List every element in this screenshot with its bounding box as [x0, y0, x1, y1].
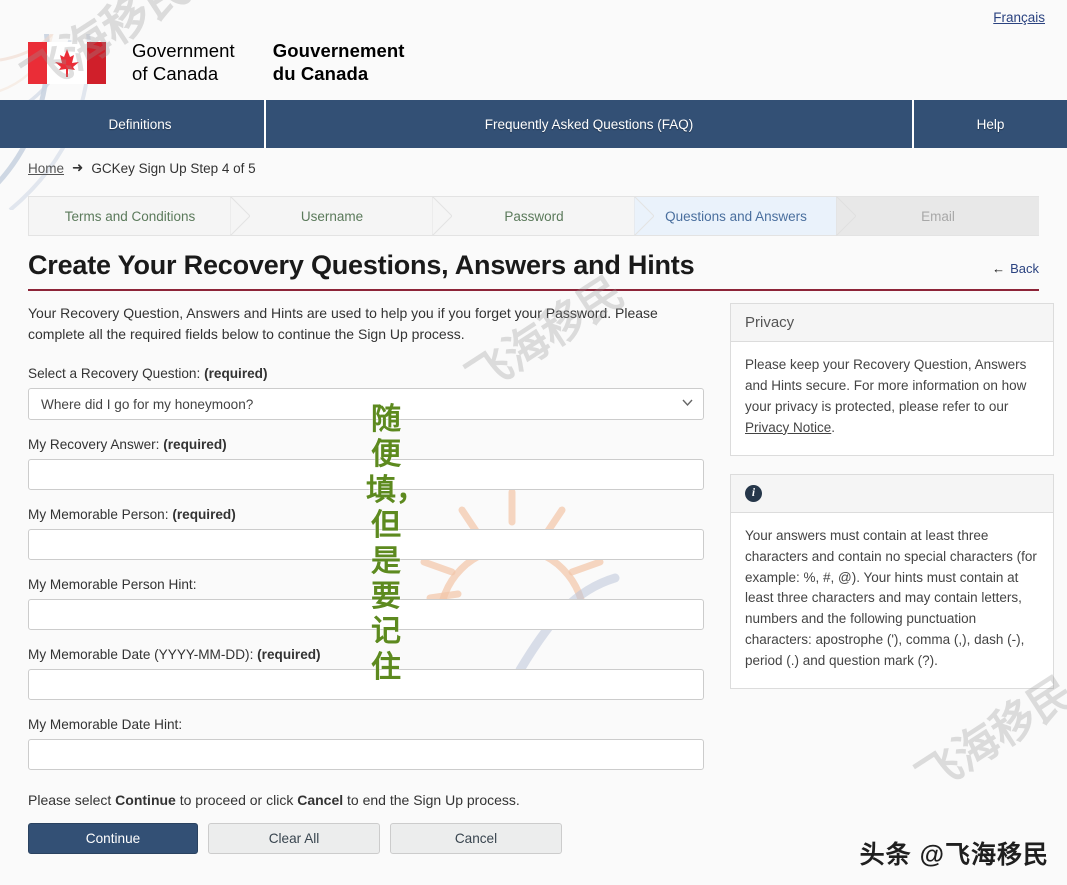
- recovery-question-select[interactable]: Where did I go for my honeymoon?: [28, 388, 704, 421]
- brand-fr-line2: du Canada: [272, 63, 369, 84]
- label-text: Select a Recovery Question:: [28, 366, 201, 382]
- brand-french: Gouvernement du Canada: [273, 40, 405, 86]
- privacy-panel-body: Please keep your Recovery Question, Answ…: [731, 342, 1053, 455]
- brand-en-line1: Government: [132, 40, 235, 62]
- step-label: Questions and Answers: [665, 208, 807, 224]
- back-label: Back: [1010, 261, 1039, 276]
- info-panel-heading: i: [731, 474, 1053, 513]
- breadcrumb: Home ➜ GCKey Sign Up Step 4 of 5: [0, 148, 1067, 188]
- back-link[interactable]: ← Back: [992, 261, 1039, 281]
- label-recovery-question: Select a Recovery Question: (required): [28, 366, 704, 381]
- language-bar: Français: [0, 0, 1067, 34]
- form-column: Your Recovery Question, Answers and Hint…: [28, 303, 704, 855]
- note-part1: Please select: [28, 792, 116, 809]
- step-password[interactable]: Password: [433, 196, 654, 236]
- brand-en-line2: of Canada: [132, 63, 219, 84]
- nav-item-help[interactable]: Help: [914, 100, 1067, 148]
- intro-text: Your Recovery Question, Answers and Hint…: [28, 305, 658, 342]
- memorable-person-hint-input[interactable]: [28, 599, 704, 631]
- step-label: Password: [504, 208, 564, 224]
- brand-english: Government of Canada: [132, 40, 235, 86]
- memorable-person-input[interactable]: [28, 529, 704, 561]
- footer-note: Please select Continue to proceed or cli…: [28, 792, 704, 808]
- required-tag: (required): [257, 647, 321, 663]
- note-part2: to proceed or click: [175, 792, 298, 809]
- cancel-button[interactable]: Cancel: [390, 823, 562, 855]
- step-questions-and-answers[interactable]: Questions and Answers: [635, 196, 856, 236]
- brand-fr-line1: Gouvernement: [272, 40, 405, 62]
- step-label: Email: [921, 208, 955, 224]
- label-text: My Memorable Date (YYYY-MM-DD):: [28, 647, 254, 663]
- breadcrumb-current: GCKey Sign Up Step 4 of 5: [91, 160, 256, 176]
- site-brand-header: Government of Canada Gouvernement du Can…: [0, 34, 1067, 92]
- step-email: Email: [837, 196, 1039, 236]
- page-title: Create Your Recovery Questions, Answers …: [28, 250, 695, 280]
- continue-button[interactable]: Continue: [28, 823, 198, 855]
- main-navigation: Definitions Frequently Asked Questions (…: [0, 100, 1067, 148]
- note-part3: to end the Sign Up process.: [343, 792, 520, 809]
- page-title-row: Create Your Recovery Questions, Answers …: [28, 250, 1039, 281]
- privacy-panel-heading: Privacy: [731, 304, 1053, 342]
- label-text: My Recovery Answer:: [28, 437, 160, 453]
- info-panel-body: Your answers must contain at least three…: [745, 527, 1037, 669]
- title-divider: [28, 289, 1039, 291]
- signup-step-indicator: Terms and Conditions Username Password Q…: [28, 196, 1039, 236]
- note-bold-continue: Continue: [115, 792, 176, 809]
- privacy-text-part1: Please keep your Recovery Question, Answ…: [745, 357, 1027, 414]
- recovery-answer-input[interactable]: [28, 459, 704, 491]
- arrow-left-icon: ←: [992, 261, 1006, 276]
- form-actions: Continue Clear All Cancel: [28, 823, 704, 855]
- required-tag: (required): [204, 366, 268, 382]
- info-circle-icon: i: [745, 484, 762, 502]
- step-username[interactable]: Username: [231, 196, 452, 236]
- required-tag: (required): [172, 507, 236, 523]
- privacy-text-part2: .: [831, 419, 836, 435]
- label-recovery-answer: My Recovery Answer: (required): [28, 437, 704, 452]
- label-memorable-date: My Memorable Date (YYYY-MM-DD): (require…: [28, 647, 704, 662]
- privacy-notice-link[interactable]: Privacy Notice: [745, 420, 831, 435]
- memorable-date-input[interactable]: [28, 669, 704, 701]
- note-bold-cancel: Cancel: [297, 792, 344, 809]
- page-content: Your Recovery Question, Answers and Hint…: [28, 303, 1054, 855]
- label-memorable-person: My Memorable Person: (required): [28, 507, 704, 522]
- recovery-question-select-wrap: Where did I go for my honeymoon?: [28, 388, 704, 421]
- label-memorable-date-hint: My Memorable Date Hint:: [28, 717, 704, 732]
- step-label: Terms and Conditions: [64, 208, 196, 224]
- nav-item-definitions[interactable]: Definitions: [16, 100, 266, 148]
- memorable-date-hint-input[interactable]: [28, 739, 704, 771]
- label-text: My Memorable Person Hint:: [28, 577, 197, 593]
- label-memorable-person-hint: My Memorable Person Hint:: [28, 577, 704, 592]
- sidebar-column: Privacy Please keep your Recovery Questi…: [730, 303, 1054, 854]
- nav-left-spacer: [0, 100, 16, 148]
- label-text: My Memorable Date Hint:: [28, 717, 183, 733]
- nav-item-faq[interactable]: Frequently Asked Questions (FAQ): [266, 100, 914, 148]
- step-label: Username: [300, 208, 364, 224]
- info-panel: i Your answers must contain at least thr…: [730, 473, 1054, 690]
- step-terms-and-conditions[interactable]: Terms and Conditions: [28, 196, 250, 236]
- required-tag: (required): [163, 437, 227, 453]
- clear-all-button[interactable]: Clear All: [208, 823, 380, 855]
- breadcrumb-home-link[interactable]: Home: [28, 161, 64, 176]
- privacy-panel: Privacy Please keep your Recovery Questi…: [730, 303, 1054, 456]
- francais-language-link[interactable]: Français: [993, 10, 1045, 25]
- brand-wordmarks: Government of Canada Gouvernement du Can…: [132, 40, 405, 86]
- label-text: My Memorable Person:: [28, 507, 169, 523]
- canada-flag-icon: [28, 42, 106, 84]
- breadcrumb-arrow-icon: ➜: [72, 160, 84, 175]
